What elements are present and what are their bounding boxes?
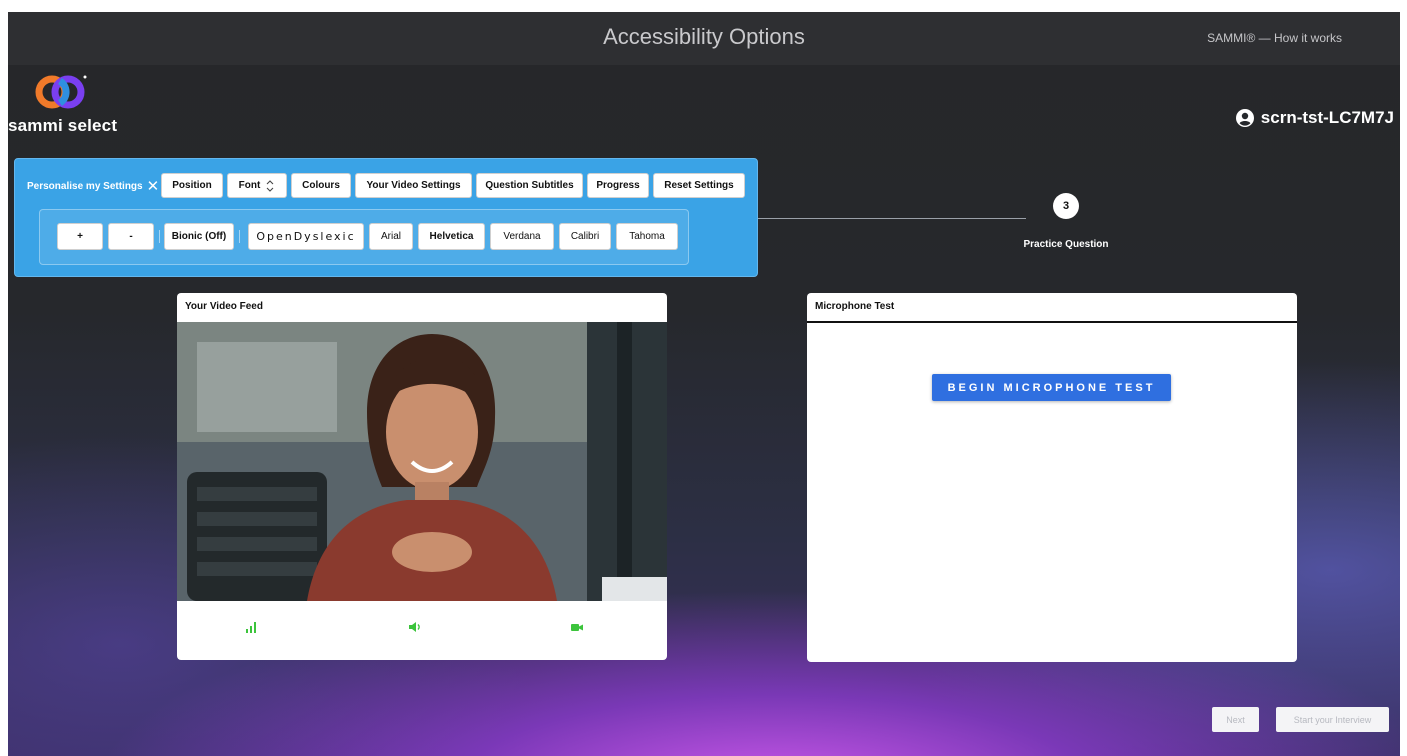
top-bar: Accessibility Options SAMMI® — How it wo…	[8, 12, 1400, 65]
begin-microphone-test-button[interactable]: BEGIN MICROPHONE TEST	[932, 374, 1171, 401]
brand-name: sammi select	[8, 116, 118, 135]
font-options-panel: + - Bionic (Off) OpenDyslexic Arial Helv…	[39, 209, 689, 265]
close-icon[interactable]: ✕	[147, 179, 160, 194]
logo-rings-icon	[35, 75, 87, 109]
personalise-label: Personalise my Settings	[27, 181, 143, 192]
how-it-works-link[interactable]: SAMMI® — How it works	[1207, 31, 1342, 45]
progress-step-label: Practice Question	[1023, 239, 1109, 250]
webcam-image	[177, 322, 667, 601]
expand-icon	[266, 179, 274, 192]
divider	[239, 230, 240, 243]
speaker-icon[interactable]	[408, 621, 422, 633]
bionic-toggle[interactable]: Bionic (Off)	[164, 223, 234, 250]
microphone-test-card: Microphone Test BEGIN MICROPHONE TEST	[807, 293, 1297, 662]
font-arial-button[interactable]: Arial	[369, 223, 413, 250]
increase-font-button[interactable]: +	[57, 223, 103, 250]
camera-icon[interactable]	[570, 621, 584, 633]
video-feed	[177, 322, 667, 601]
tab-progress[interactable]: Progress	[587, 173, 649, 198]
font-opendyslexic-button[interactable]: OpenDyslexic	[248, 223, 364, 250]
user-id: scrn-tst-LC7M7J	[1260, 108, 1394, 127]
video-feed-title: Your Video Feed	[185, 301, 263, 312]
app-window: Accessibility Options SAMMI® — How it wo…	[8, 12, 1400, 756]
video-feed-card: Your Video Feed	[177, 293, 667, 660]
user-account[interactable]: scrn-tst-LC7M7J	[1235, 108, 1394, 128]
tab-font[interactable]: Font	[227, 173, 287, 198]
tab-position[interactable]: Position	[161, 173, 223, 198]
user-circle-icon	[1235, 109, 1254, 127]
signal-icon[interactable]	[245, 621, 257, 633]
brand-logo: sammi select	[8, 68, 128, 138]
tab-video-settings[interactable]: Your Video Settings	[355, 173, 472, 198]
tab-question-subtitles[interactable]: Question Subtitles	[476, 173, 583, 198]
divider	[159, 230, 160, 243]
next-button[interactable]: Next	[1212, 707, 1259, 732]
personalise-settings-toggle[interactable]: Personalise my Settings ✕	[27, 179, 160, 194]
progress-track	[758, 218, 1026, 219]
video-status-bar	[177, 601, 667, 660]
decrease-font-button[interactable]: -	[108, 223, 154, 250]
font-calibri-button[interactable]: Calibri	[559, 223, 611, 250]
progress-step-number: 3	[1053, 193, 1079, 219]
font-verdana-button[interactable]: Verdana	[490, 223, 554, 250]
reset-settings-button[interactable]: Reset Settings	[653, 173, 745, 198]
settings-panel: Personalise my Settings ✕ Position Font …	[14, 158, 758, 277]
tab-colours[interactable]: Colours	[291, 173, 351, 198]
font-helvetica-button[interactable]: Helvetica	[418, 223, 485, 250]
microphone-test-title: Microphone Test	[807, 293, 1297, 323]
start-interview-button[interactable]: Start your Interview	[1276, 707, 1389, 732]
page-title: Accessibility Options	[603, 24, 805, 49]
font-tahoma-button[interactable]: Tahoma	[616, 223, 678, 250]
